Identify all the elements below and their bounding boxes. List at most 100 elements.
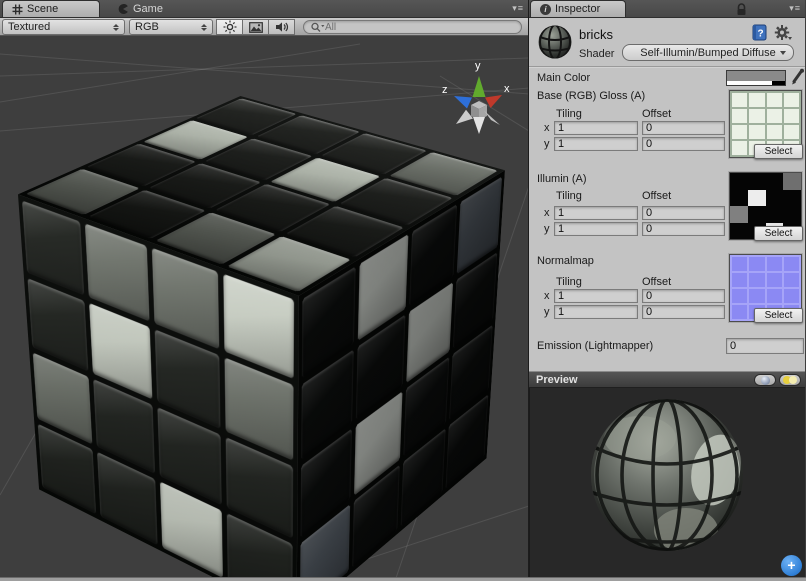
- base-select-button[interactable]: Select: [754, 144, 803, 159]
- y-row-label: y: [544, 223, 550, 235]
- normalmap-select-button[interactable]: Select: [754, 308, 803, 323]
- main-color-value: [727, 71, 785, 81]
- help-icon[interactable]: ?: [752, 24, 768, 41]
- illumin-tiling-x-input[interactable]: [554, 206, 638, 220]
- normalmap-tiling-x-input[interactable]: [554, 289, 638, 303]
- window-resize-edge[interactable]: [0, 577, 806, 581]
- tab-inspector[interactable]: i Inspector: [530, 0, 626, 17]
- gear-icon[interactable]: [774, 24, 792, 41]
- updown-arrows-icon: [195, 24, 207, 31]
- axis-x-label: x: [504, 83, 510, 95]
- preview-sphere: [588, 396, 746, 554]
- eyedropper-icon[interactable]: [790, 68, 805, 86]
- scene-grid-icon: [12, 4, 23, 15]
- lock-icon[interactable]: [736, 3, 747, 16]
- search-input[interactable]: [325, 22, 515, 33]
- preview-header[interactable]: Preview: [529, 371, 805, 388]
- game-icon: [117, 3, 129, 15]
- tiling-header: Tiling: [556, 276, 582, 288]
- draw-mode-dropdown[interactable]: Textured: [2, 19, 125, 35]
- illumin-select-button[interactable]: Select: [754, 226, 803, 241]
- color-mode-value: RGB: [135, 21, 159, 33]
- preview-area[interactable]: +: [529, 388, 805, 577]
- tab-game-label: Game: [133, 3, 163, 15]
- x-row-label: x: [544, 207, 550, 219]
- shader-value: Self-Illumin/Bumped Diffuse: [640, 47, 776, 59]
- offset-header: Offset: [642, 190, 671, 202]
- base-offset-x-input[interactable]: [642, 121, 725, 135]
- material-name: bricks: [579, 27, 613, 42]
- scene-panel-menu-icon[interactable]: ▾≡: [512, 3, 524, 14]
- divider: [529, 66, 805, 68]
- color-mode-dropdown[interactable]: RGB: [129, 19, 213, 35]
- unity-editor-window: Scene Game ▾≡ Textured RGB: [0, 0, 806, 581]
- preview-title: Preview: [529, 374, 578, 386]
- axis-neg-cone[interactable]: [473, 117, 485, 134]
- emission-label: Emission (Lightmapper): [537, 340, 653, 352]
- scene-cube[interactable]: [137, 142, 410, 533]
- shader-dropdown[interactable]: Self-Illumin/Bumped Diffuse: [622, 44, 794, 61]
- inspector-tabbar: i Inspector ▾≡: [529, 0, 805, 18]
- main-color-swatch[interactable]: [726, 70, 786, 86]
- scene-audio-toggle[interactable]: [268, 19, 295, 35]
- scene-tabbar: Scene Game ▾≡: [0, 0, 528, 18]
- axis-y-cone[interactable]: [473, 76, 486, 97]
- tab-scene[interactable]: Scene: [2, 0, 100, 17]
- sphere-icon: [761, 376, 770, 385]
- preview-lighting-button[interactable]: [779, 374, 801, 386]
- scene-lighting-toggle[interactable]: [216, 19, 243, 35]
- axis-z-cone[interactable]: [454, 96, 472, 109]
- scene-panel: Scene Game ▾≡ Textured RGB: [0, 0, 529, 581]
- axis-neg-cone[interactable]: [456, 110, 473, 124]
- material-inspector: bricks Shader Self-Illumin/Bumped Diffus…: [529, 18, 805, 371]
- y-row-label: y: [544, 306, 550, 318]
- inspector-panel: i Inspector ▾≡: [529, 0, 805, 581]
- main-color-label: Main Color: [537, 72, 590, 84]
- preview-shape-button[interactable]: [754, 374, 776, 386]
- base-map-label: Base (RGB) Gloss (A): [537, 90, 645, 102]
- draw-mode-value: Textured: [8, 21, 50, 33]
- info-icon: i: [540, 4, 551, 15]
- axis-z-label: z: [442, 84, 448, 96]
- y-row-label: y: [544, 138, 550, 150]
- axis-y-label: y: [475, 60, 481, 72]
- tab-inspector-label: Inspector: [555, 3, 600, 15]
- chevron-down-icon: [780, 51, 786, 55]
- offset-header: Offset: [642, 276, 671, 288]
- sun-icon: [223, 20, 237, 34]
- illumin-offset-x-input[interactable]: [642, 206, 725, 220]
- normalmap-offset-y-input[interactable]: [642, 305, 725, 319]
- axis-neg-cone[interactable]: [484, 111, 500, 126]
- tiling-header: Tiling: [556, 108, 582, 120]
- illumin-offset-y-input[interactable]: [642, 222, 725, 236]
- scene-viewport[interactable]: y x z: [0, 36, 528, 581]
- axis-x-cone[interactable]: [485, 95, 502, 108]
- scene-overlay-toggle[interactable]: [242, 19, 269, 35]
- base-tiling-y-input[interactable]: [554, 137, 638, 151]
- illumin-map-label: Illumin (A): [537, 173, 587, 185]
- inspector-panel-menu-icon[interactable]: ▾≡: [789, 3, 801, 14]
- tab-scene-label: Scene: [27, 3, 58, 15]
- scene-search-field[interactable]: [303, 20, 522, 34]
- base-offset-y-input[interactable]: [642, 137, 725, 151]
- normalmap-offset-x-input[interactable]: [642, 289, 725, 303]
- illumin-tiling-y-input[interactable]: [554, 222, 638, 236]
- shader-label: Shader: [579, 48, 614, 60]
- x-row-label: x: [544, 290, 550, 302]
- add-button[interactable]: +: [781, 555, 802, 576]
- emission-input[interactable]: [726, 338, 804, 354]
- scene-toolbar: Textured RGB: [0, 18, 528, 36]
- main-color-alpha-bar: [727, 81, 785, 85]
- x-row-label: x: [544, 122, 550, 134]
- base-tiling-x-input[interactable]: [554, 121, 638, 135]
- scene-axis-gizmo[interactable]: y x z: [438, 54, 520, 138]
- image-icon: [249, 22, 263, 33]
- tab-game[interactable]: Game: [108, 0, 172, 17]
- material-ball-icon: [537, 24, 573, 60]
- search-icon: [310, 21, 325, 33]
- updown-arrows-icon: [107, 24, 119, 31]
- speaker-icon: [275, 21, 289, 33]
- offset-header: Offset: [642, 108, 671, 120]
- light-dot-icon: [789, 376, 797, 384]
- normalmap-tiling-y-input[interactable]: [554, 305, 638, 319]
